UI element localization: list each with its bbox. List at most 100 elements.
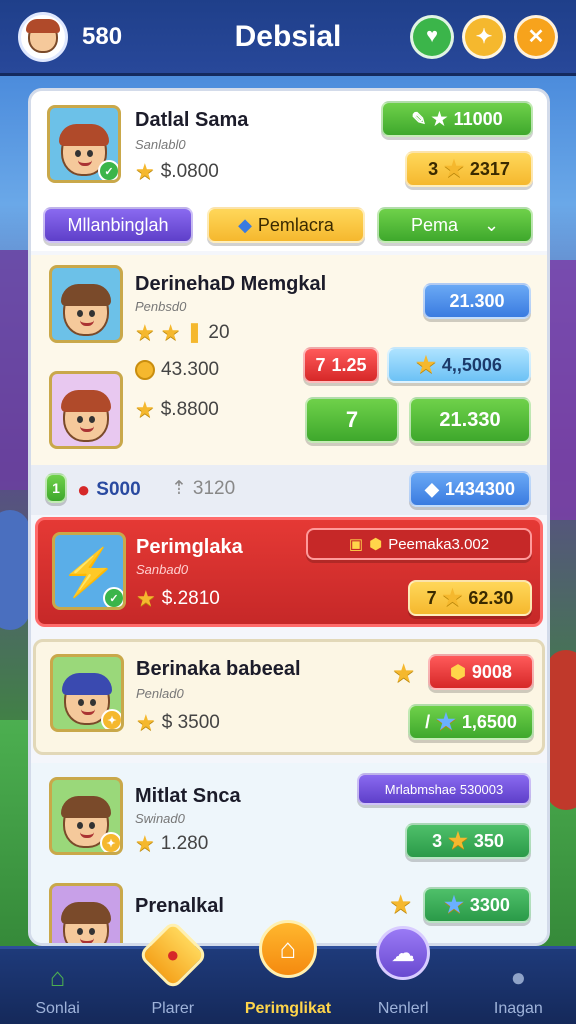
star-icon: ★ <box>416 352 436 377</box>
player-card[interactable]: DerinehaD Memgkal Penbsd0 ★ ★ ❚ 20 43.30… <box>31 255 547 465</box>
star-icon: ★ <box>392 658 416 688</box>
player-stat: ★ $ 3500 <box>136 710 220 735</box>
points-button[interactable]: 3 ★ 350 <box>405 823 531 859</box>
player-portrait: ✓ <box>47 105 121 183</box>
star-icon: ★ <box>448 828 468 853</box>
medal-icon: ✦ <box>101 709 121 729</box>
player-portrait <box>49 371 123 449</box>
star-icon: ★ <box>135 159 155 184</box>
player-subtitle: Sanbad0 <box>136 562 189 577</box>
player-portrait: ⚡ ✓ <box>52 532 126 610</box>
points-button[interactable]: / ★ 1,6500 <box>408 704 534 740</box>
puzzle-icon[interactable]: ✦ <box>462 14 506 59</box>
player-stat: ★ $.8800 <box>135 397 219 422</box>
star-icon: ★ <box>135 319 155 345</box>
nav-item-sonlai[interactable]: ⌂ Sonlai <box>8 956 108 1018</box>
star-icon: ★ <box>136 586 156 611</box>
star-icon: ★ <box>135 831 155 856</box>
house-icon: ⌂ <box>258 920 317 978</box>
home-icon: ⌂ <box>49 961 66 992</box>
star-icon: ★ <box>389 889 413 919</box>
player-subtitle: Penlad0 <box>136 686 184 701</box>
check-badge-icon: ✓ <box>98 160 118 180</box>
tab-pemlacra[interactable]: ◆ Pemlacra <box>207 207 365 243</box>
player-subtitle: Penbsd0 <box>135 299 187 314</box>
player-rating: ★ ★ ❚ 20 <box>135 319 230 345</box>
points-button[interactable]: ★ 3300 <box>423 887 531 923</box>
player-portrait <box>49 265 123 343</box>
player-avatar[interactable] <box>18 11 68 62</box>
stat-value: $.0800 <box>160 161 219 182</box>
player-card[interactable]: ✦ Mitlat Snca Swinad0 ★ 1.280 Mrlabmshae… <box>31 763 547 873</box>
star-icon: ★ <box>444 156 464 181</box>
player-name: Mitlat Snca <box>135 785 241 807</box>
coin-count: 580 <box>82 22 123 50</box>
nav-item-perimglikat[interactable]: ⌂ Perimglikat <box>238 920 338 1018</box>
coin-icon <box>135 360 155 380</box>
star-icon: ★ <box>436 709 456 734</box>
index-badge: 1 <box>45 473 67 503</box>
points-button[interactable]: 21.330 <box>409 397 531 443</box>
badge-button[interactable]: 7 1.25 <box>303 347 379 383</box>
tab-pema[interactable]: Pema ⌄ <box>377 207 533 243</box>
star-icon: ★ <box>160 319 181 345</box>
nav-item-plarer[interactable]: ● Plarer <box>123 919 223 1018</box>
player-name: Datlal Sama <box>135 109 249 131</box>
player-portrait: ✦ <box>49 777 123 855</box>
nav-item-inagan[interactable]: ● Inagan <box>468 956 568 1018</box>
points-button[interactable]: 3 ★ 2317 <box>405 151 533 187</box>
score-button[interactable]: 21.300 <box>423 283 531 319</box>
score-button[interactable]: ✎ ★ 11000 <box>381 101 533 137</box>
player-name: Prenalkal <box>135 895 224 917</box>
player-portrait <box>49 883 123 943</box>
player-name: Berinaka babeeal <box>136 658 301 680</box>
gift-icon: ▣ <box>348 536 364 553</box>
background-character <box>0 510 30 630</box>
gem-icon: ⬢ <box>450 661 466 682</box>
tag-icon: ◆ <box>238 214 252 235</box>
gem-icon: ◆ <box>425 478 439 499</box>
close-icon[interactable]: ✕ <box>514 14 558 59</box>
bonus-button[interactable]: ★ 4,,5006 <box>387 347 531 383</box>
top-icon-group: ♥ ✦ ✕ <box>410 14 558 59</box>
player-stat: ★ $.0800 <box>135 161 219 183</box>
points-button[interactable]: 7 ★ 62.30 <box>408 580 532 616</box>
summary-secondary: ⇡ 3120 <box>171 477 236 500</box>
player-card[interactable]: ✓ Datlal Sama Sanlabl0 ★ $.0800 ✎ ★ 1100… <box>31 91 547 251</box>
level-button[interactable]: 7 <box>305 397 399 443</box>
coin-icon: ✎ ★ <box>411 108 448 129</box>
user-icon: ● <box>510 961 527 992</box>
chevron-down-icon: ⌄ <box>483 214 500 235</box>
check-badge-icon: ✓ <box>103 587 123 607</box>
title-button[interactable]: Mrlabmshae 530003 <box>357 773 531 805</box>
leaderboard-panel: ✓ Datlal Sama Sanlabl0 ★ $.0800 ✎ ★ 1100… <box>28 88 550 946</box>
tab-mllanbinglah[interactable]: Mllanbinglah <box>43 207 193 243</box>
bottom-navigation: ⌂ Sonlai ● Plarer ⌂ Perimglikat ☁ Nenler… <box>0 919 576 1024</box>
star-icon: ★ <box>442 585 463 610</box>
star-icon: ★ <box>444 892 464 917</box>
background-character <box>546 650 576 810</box>
player-subtitle: Sanlabl0 <box>135 137 186 152</box>
star-icon: ★ <box>135 397 155 422</box>
nav-item-nenlerl[interactable]: ☁ Nenlerl <box>353 926 453 1018</box>
medal-icon: ✦ <box>100 832 120 852</box>
player-subtitle: Swinad0 <box>135 811 185 826</box>
player-card-highlighted[interactable]: ⚡ ✓ Perimglaka Sanbad0 ★ $.2810 ▣ ⬢ Peem… <box>35 517 543 627</box>
player-stat: ★ $.2810 <box>136 586 220 611</box>
player-card[interactable]: ✦ Berinaka babeeal Penlad0 ★ $ 3500 ★ ⬢ … <box>33 639 545 755</box>
player-name: Perimglaka <box>136 536 243 558</box>
total-button[interactable]: ◆ 1434300 <box>409 471 531 507</box>
reward-button[interactable]: ▣ ⬢ Peemaka3.002 <box>306 528 532 560</box>
red-gem-icon: ● <box>77 477 91 502</box>
player-portrait: ✦ <box>50 654 124 732</box>
summary-row: 1 ● S000 ⇡ 3120 ◆ 1434300 <box>31 465 547 515</box>
cloud-icon: ☁ <box>376 926 431 980</box>
heart-badge-icon[interactable]: ♥ <box>410 14 454 59</box>
player-name: DerinehaD Memgkal <box>135 273 327 295</box>
box-icon: ⬢ <box>369 536 383 553</box>
badge-button[interactable]: ⬢ 9008 <box>428 654 534 690</box>
player-stat: ★ 1.280 <box>135 831 209 856</box>
summary-primary: ● S000 <box>77 477 141 502</box>
top-bar: 580 Debsial ♥ ✦ ✕ <box>0 0 576 76</box>
star-icon: ★ <box>136 710 156 735</box>
